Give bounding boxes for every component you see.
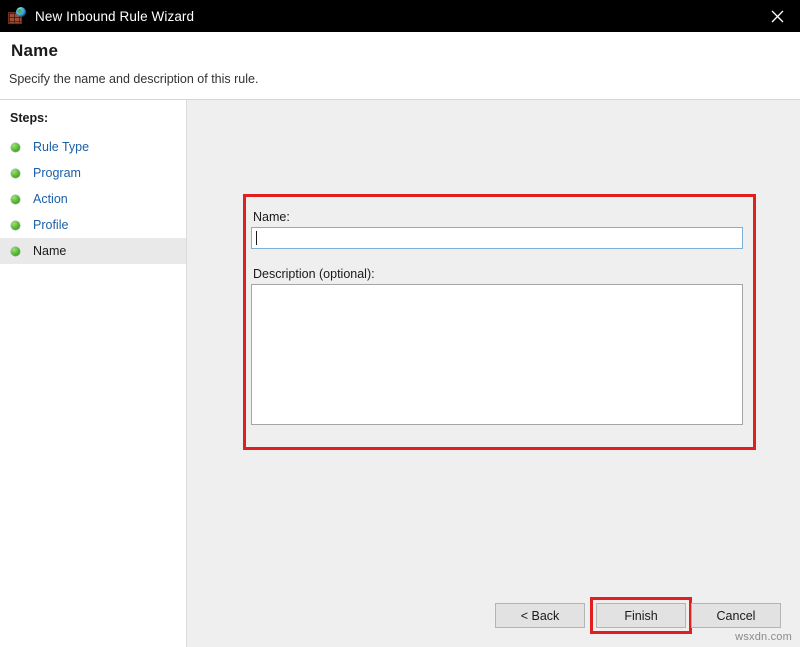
page-subtitle: Specify the name and description of this… <box>9 72 258 86</box>
steps-sidebar: Steps: Rule Type Program Action Profile … <box>0 100 186 647</box>
step-complete-icon <box>11 221 20 230</box>
steps-list: Rule Type Program Action Profile Name <box>0 134 186 264</box>
name-field-label: Name: <box>253 210 290 224</box>
sidebar-item-profile[interactable]: Profile <box>0 212 186 238</box>
sidebar-item-label: Action <box>33 192 68 206</box>
finish-button[interactable]: Finish <box>596 603 686 628</box>
back-button[interactable]: < Back <box>495 603 585 628</box>
sidebar-item-action[interactable]: Action <box>0 186 186 212</box>
step-complete-icon <box>11 143 20 152</box>
watermark: wsxdn.com <box>735 631 792 643</box>
new-inbound-rule-wizard-window: New Inbound Rule Wizard Name Specify the… <box>0 0 800 647</box>
wizard-content-pane: Name: Description (optional): < Back Fin… <box>187 100 800 647</box>
step-complete-icon <box>11 247 20 256</box>
sidebar-item-program[interactable]: Program <box>0 160 186 186</box>
window-title: New Inbound Rule Wizard <box>35 9 194 24</box>
step-complete-icon <box>11 169 20 178</box>
cancel-button[interactable]: Cancel <box>691 603 781 628</box>
page-title: Name <box>11 41 58 61</box>
step-complete-icon <box>11 195 20 204</box>
name-input[interactable] <box>251 227 743 249</box>
wizard-header: Name Specify the name and description of… <box>0 32 800 100</box>
steps-heading: Steps: <box>10 111 48 125</box>
sidebar-item-label: Program <box>33 166 81 180</box>
text-caret <box>256 231 257 245</box>
sidebar-item-rule-type[interactable]: Rule Type <box>0 134 186 160</box>
window-titlebar: New Inbound Rule Wizard <box>0 0 800 32</box>
close-icon[interactable] <box>754 0 800 32</box>
description-textarea[interactable] <box>251 284 743 425</box>
sidebar-item-label: Profile <box>33 218 68 232</box>
firewall-globe-icon <box>8 7 26 25</box>
sidebar-item-label: Name <box>33 244 66 258</box>
description-field-label: Description (optional): <box>253 267 375 281</box>
sidebar-item-label: Rule Type <box>33 140 89 154</box>
sidebar-item-name[interactable]: Name <box>0 238 186 264</box>
